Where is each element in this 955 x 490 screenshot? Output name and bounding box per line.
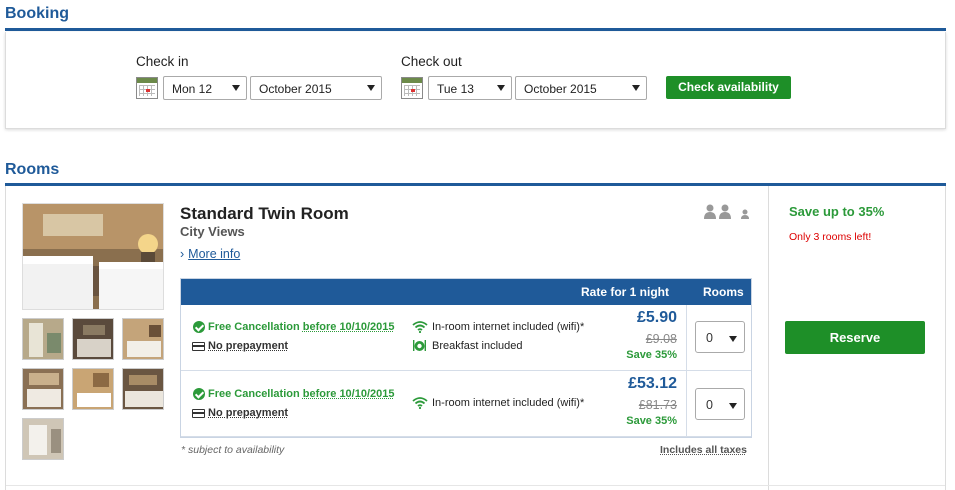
rate-save: Save 35% [626, 349, 677, 361]
rate-row: Free Cancellation before 10/10/2015 No p… [181, 371, 751, 437]
no-prepayment[interactable]: No prepayment [208, 340, 288, 352]
room-qty-select[interactable]: 0 [695, 388, 745, 420]
chevron-down-icon [632, 85, 640, 91]
check-in-day-select[interactable]: Mon 12 [163, 76, 247, 100]
rate-price: £5.90 [636, 309, 677, 326]
check-availability-button[interactable]: Check availability [666, 76, 791, 99]
rooms-title: Rooms [5, 161, 60, 178]
rate-save: Save 35% [626, 415, 677, 427]
occupancy-icons [703, 204, 751, 220]
cancellation-date: before 10/10/2015 [302, 321, 395, 333]
rate-row: Free Cancellation before 10/10/2015 No p… [181, 305, 751, 371]
room-thumbnail[interactable] [72, 318, 114, 360]
rate-old-price: £81.73 [638, 398, 677, 412]
rooms-header: Rooms [703, 285, 744, 299]
rooms-left-alert: Only 3 rooms left! [789, 231, 872, 243]
room-name: Standard Twin Room [180, 204, 349, 223]
rate-price: £53.12 [628, 375, 677, 392]
rate-header: Rate for 1 night [581, 285, 670, 299]
column-divider [768, 186, 769, 490]
qty-value: 0 [706, 398, 713, 412]
rate-table: Rate for 1 night Rooms Free Cancellation… [180, 278, 752, 438]
room-thumbnail[interactable] [122, 318, 164, 360]
room-thumbnail[interactable] [72, 368, 114, 410]
room-thumbnail[interactable] [122, 368, 164, 410]
includes-taxes[interactable]: Includes all taxes [660, 444, 747, 456]
wifi-icon [412, 397, 428, 409]
cancellation-prefix: Free Cancellation [208, 388, 300, 400]
check-out-month-value: October 2015 [524, 82, 597, 96]
feature-breakfast: Breakfast included [432, 340, 523, 352]
free-cancellation[interactable]: Free Cancellation before 10/10/2015 [208, 388, 395, 400]
chevron-right-icon: › [180, 247, 185, 261]
booking-title: Booking [5, 5, 69, 22]
availability-footnote: * subject to availability [181, 444, 285, 456]
room-qty-select[interactable]: 0 [695, 321, 745, 353]
rate-table-header: Rate for 1 night Rooms [181, 279, 751, 305]
person-icon [704, 204, 749, 219]
check-circle-icon [193, 388, 205, 400]
check-out-month-select[interactable]: October 2015 [515, 76, 647, 100]
room-main-photo[interactable] [22, 203, 164, 310]
free-cancellation[interactable]: Free Cancellation before 10/10/2015 [208, 321, 395, 333]
credit-card-icon [192, 342, 205, 351]
bottom-divider [6, 485, 945, 486]
no-prepayment[interactable]: No prepayment [208, 407, 288, 419]
chevron-down-icon [729, 403, 737, 409]
feature-wifi: In-room internet included (wifi)* [432, 397, 585, 409]
room-thumbnail[interactable] [22, 368, 64, 410]
booking-rule [5, 28, 946, 31]
room-thumbnail[interactable] [22, 418, 64, 460]
check-in-day-value: Mon 12 [172, 82, 213, 96]
feature-wifi: In-room internet included (wifi)* [432, 321, 585, 333]
qty-value: 0 [706, 331, 713, 345]
more-info-label: More info [188, 247, 241, 261]
save-up-badge: Save up to 35% [789, 204, 885, 219]
check-circle-icon [193, 321, 205, 333]
check-in-month-value: October 2015 [259, 82, 332, 96]
more-info-link[interactable]: › More info [180, 247, 240, 261]
check-out-day-value: Tue 13 [437, 82, 474, 96]
room-thumbnail[interactable] [22, 318, 64, 360]
check-out-label: Check out [401, 54, 462, 69]
chevron-down-icon [367, 85, 375, 91]
cancellation-prefix: Free Cancellation [208, 321, 300, 333]
reserve-button[interactable]: Reserve [785, 321, 925, 354]
calendar-icon[interactable] [136, 77, 158, 99]
wifi-icon [412, 321, 428, 333]
credit-card-icon [192, 409, 205, 418]
chevron-down-icon [497, 85, 505, 91]
calendar-icon[interactable] [401, 77, 423, 99]
cancellation-date: before 10/10/2015 [302, 388, 395, 400]
check-in-month-select[interactable]: October 2015 [250, 76, 382, 100]
breakfast-icon [413, 340, 426, 351]
chevron-down-icon [729, 336, 737, 342]
check-out-day-select[interactable]: Tue 13 [428, 76, 512, 100]
rate-old-price: £9.08 [645, 332, 677, 346]
chevron-down-icon [232, 85, 240, 91]
room-view: City Views [180, 224, 245, 239]
check-in-label: Check in [136, 54, 189, 69]
